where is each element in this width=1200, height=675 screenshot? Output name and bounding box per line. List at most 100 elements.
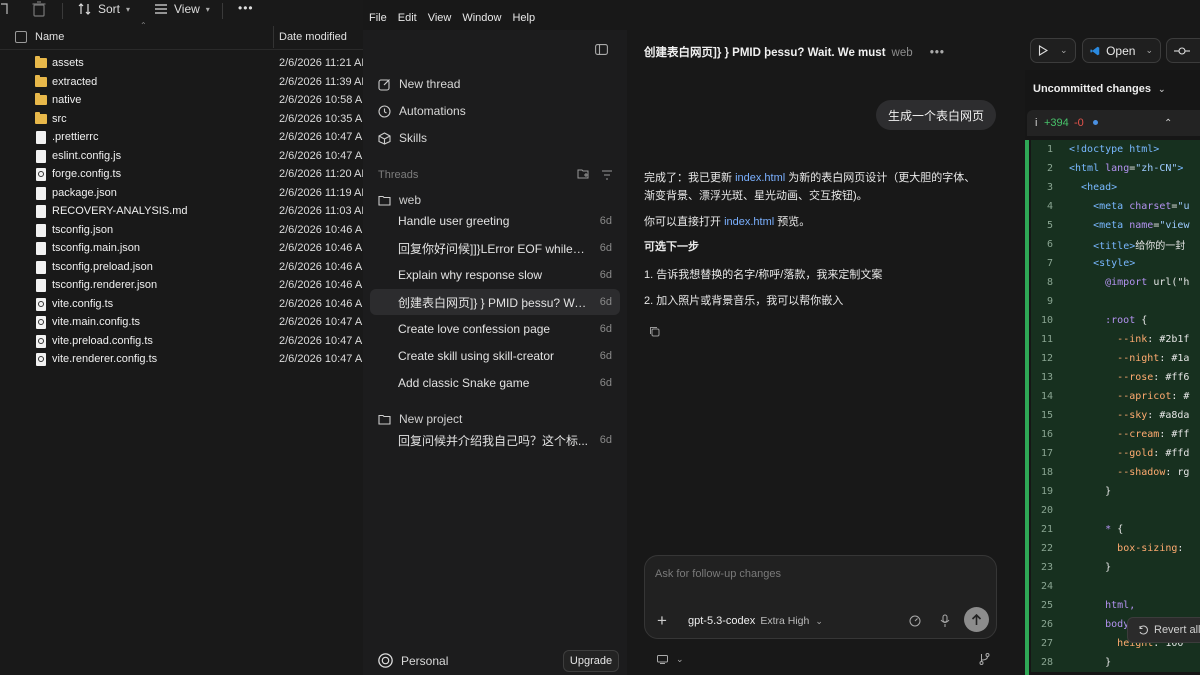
file-row[interactable]: vite.preload.config.ts 2/6/2026 10:47 AM bbox=[0, 332, 363, 351]
line-number: 12 bbox=[1040, 353, 1053, 364]
file-icon bbox=[36, 260, 46, 274]
date-column-header[interactable]: Date modified bbox=[279, 31, 347, 43]
code-line: 17 --gold: #ffd bbox=[1031, 444, 1200, 463]
composer: + gpt-5.3-codex Extra High ⌄ bbox=[644, 555, 997, 639]
delete-icon[interactable] bbox=[32, 1, 46, 20]
unsaved-dot-icon bbox=[1093, 120, 1098, 125]
thread-item[interactable]: Create love confession page 6d bbox=[370, 316, 620, 342]
chevron-down-icon: ⌄ bbox=[1060, 45, 1068, 55]
upgrade-button[interactable]: Upgrade bbox=[563, 650, 619, 672]
filter-icon[interactable] bbox=[601, 169, 613, 183]
file-row[interactable]: forge.config.ts 2/6/2026 11:20 AM bbox=[0, 165, 363, 184]
project-folder[interactable]: web bbox=[378, 193, 421, 207]
menu-view[interactable]: View bbox=[428, 12, 452, 24]
thread-item-title: Explain why response slow bbox=[398, 268, 543, 282]
add-attachment-icon[interactable]: + bbox=[657, 611, 667, 631]
file-row[interactable]: assets 2/6/2026 11:21 AM bbox=[0, 54, 363, 73]
new-folder-icon[interactable] bbox=[577, 168, 590, 182]
chevron-down-icon: ▾ bbox=[205, 4, 210, 14]
file-row[interactable]: RECOVERY-ANALYSIS.md 2/6/2026 11:03 AM bbox=[0, 202, 363, 221]
menu-window[interactable]: Window bbox=[462, 12, 501, 24]
changes-dropdown[interactable]: Uncommitted changes ⌄ bbox=[1033, 83, 1166, 95]
speed-icon[interactable] bbox=[909, 615, 921, 630]
file-row[interactable]: extracted 2/6/2026 11:39 AM bbox=[0, 73, 363, 92]
file-row[interactable]: eslint.config.js 2/6/2026 10:47 AM bbox=[0, 147, 363, 166]
line-number: 10 bbox=[1040, 315, 1053, 326]
file-date: 2/6/2026 10:47 AM bbox=[279, 149, 363, 162]
menu-edit[interactable]: Edit bbox=[398, 12, 417, 24]
send-button[interactable] bbox=[964, 607, 989, 632]
file-row[interactable]: .prettierrc 2/6/2026 10:47 AM bbox=[0, 128, 363, 147]
environment-selector[interactable]: ⌄ bbox=[657, 654, 684, 665]
revert-all-button[interactable]: Revert all bbox=[1127, 617, 1200, 643]
sort-button[interactable]: Sort ▾ bbox=[78, 0, 130, 18]
file-row[interactable]: vite.renderer.config.ts 2/6/2026 10:47 AM bbox=[0, 350, 363, 369]
microphone-icon[interactable] bbox=[940, 614, 950, 631]
file-row[interactable]: src 2/6/2026 10:35 AM bbox=[0, 110, 363, 129]
threads-heading: Threads bbox=[378, 169, 419, 181]
menu-file[interactable]: File bbox=[369, 12, 387, 24]
copy-icon[interactable] bbox=[649, 326, 660, 340]
project-folder[interactable]: New project bbox=[378, 412, 462, 426]
code-text: <html lang="zh-CN"> bbox=[1069, 163, 1184, 174]
name-column-header[interactable]: Name bbox=[35, 31, 64, 43]
thread-item[interactable]: Handle user greeting 6d bbox=[370, 208, 620, 234]
file-link[interactable]: index.html bbox=[724, 216, 774, 228]
file-row[interactable]: tsconfig.json 2/6/2026 10:46 AM bbox=[0, 221, 363, 240]
file-row[interactable]: tsconfig.renderer.json 2/6/2026 10:46 AM bbox=[0, 276, 363, 295]
file-row[interactable]: tsconfig.preload.json 2/6/2026 10:46 AM bbox=[0, 258, 363, 277]
column-divider[interactable] bbox=[273, 26, 274, 48]
file-link[interactable]: index.html bbox=[735, 172, 785, 184]
file-row[interactable]: package.json 2/6/2026 11:19 AM bbox=[0, 184, 363, 203]
folder-icon bbox=[35, 74, 47, 87]
project-name: web bbox=[891, 47, 913, 59]
file-name: tsconfig.main.json bbox=[52, 242, 141, 255]
follow-up-input[interactable] bbox=[655, 568, 985, 580]
file-row[interactable]: vite.main.config.ts 2/6/2026 10:47 AM bbox=[0, 313, 363, 332]
code-line: 14 --apricot: # bbox=[1031, 387, 1200, 406]
file-row[interactable]: vite.config.ts 2/6/2026 10:46 AM bbox=[0, 295, 363, 314]
more-options-button[interactable]: ••• bbox=[238, 1, 254, 15]
open-in-editor-button[interactable]: Open ⌄ bbox=[1082, 38, 1161, 63]
file-row[interactable]: tsconfig.main.json 2/6/2026 10:46 AM bbox=[0, 239, 363, 258]
file-icon bbox=[36, 334, 46, 348]
reply-text: 预览。 bbox=[774, 216, 811, 228]
file-date: 2/6/2026 10:47 AM bbox=[279, 353, 363, 366]
thread-item[interactable]: Create skill using skill-creator 6d bbox=[370, 343, 620, 369]
clock-icon bbox=[378, 104, 391, 118]
branch-icon[interactable] bbox=[979, 653, 990, 668]
thread-item[interactable]: 回复问候并介绍我自己吗？这个标... 6d bbox=[370, 427, 620, 453]
file-diff-header: i +394 -0 ⌃ bbox=[1027, 110, 1200, 136]
added-lines-gutter bbox=[1025, 140, 1029, 675]
line-number: 23 bbox=[1040, 562, 1053, 573]
account-button[interactable]: Personal bbox=[378, 653, 448, 668]
more-icon[interactable]: ••• bbox=[930, 47, 945, 59]
play-icon bbox=[1038, 45, 1048, 56]
thread-item[interactable]: 创建表白网页]} } PMID þessu? Wait. We must 6d bbox=[370, 289, 620, 315]
thread-item-title: Create skill using skill-creator bbox=[398, 349, 555, 363]
new-thread-button[interactable]: New thread bbox=[378, 77, 460, 91]
automations-button[interactable]: Automations bbox=[378, 104, 466, 118]
file-row[interactable]: native 2/6/2026 10:58 AM bbox=[0, 91, 363, 110]
file-icon bbox=[36, 279, 46, 292]
thread-item[interactable]: 回复你好问候]]}LError EOF while pa... 6d bbox=[370, 235, 620, 261]
line-number: 28 bbox=[1040, 657, 1053, 668]
file-name: RECOVERY-ANALYSIS.md bbox=[52, 205, 188, 218]
share-icon[interactable] bbox=[0, 2, 10, 16]
code-line: 16 --cream: #ff bbox=[1031, 425, 1200, 444]
thread-item[interactable]: Add classic Snake game 6d bbox=[370, 370, 620, 396]
file-name: extracted bbox=[52, 75, 98, 88]
model-selector[interactable]: gpt-5.3-codex Extra High ⌄ bbox=[688, 615, 823, 627]
commit-button[interactable] bbox=[1166, 38, 1200, 63]
code-line: 10 :root { bbox=[1031, 311, 1200, 330]
skills-button[interactable]: Skills bbox=[378, 131, 427, 145]
collapse-icon[interactable]: ⌃ bbox=[1164, 118, 1172, 129]
view-button[interactable]: View ▾ bbox=[154, 0, 210, 18]
toggle-sidebar-icon[interactable] bbox=[595, 44, 608, 58]
menu-help[interactable]: Help bbox=[512, 12, 535, 24]
run-button[interactable]: ⌄ bbox=[1030, 38, 1076, 63]
select-all-checkbox[interactable] bbox=[15, 31, 27, 43]
thread-item[interactable]: Explain why response slow 6d bbox=[370, 262, 620, 288]
file-name: native bbox=[52, 94, 82, 107]
sort-icon bbox=[78, 3, 91, 15]
